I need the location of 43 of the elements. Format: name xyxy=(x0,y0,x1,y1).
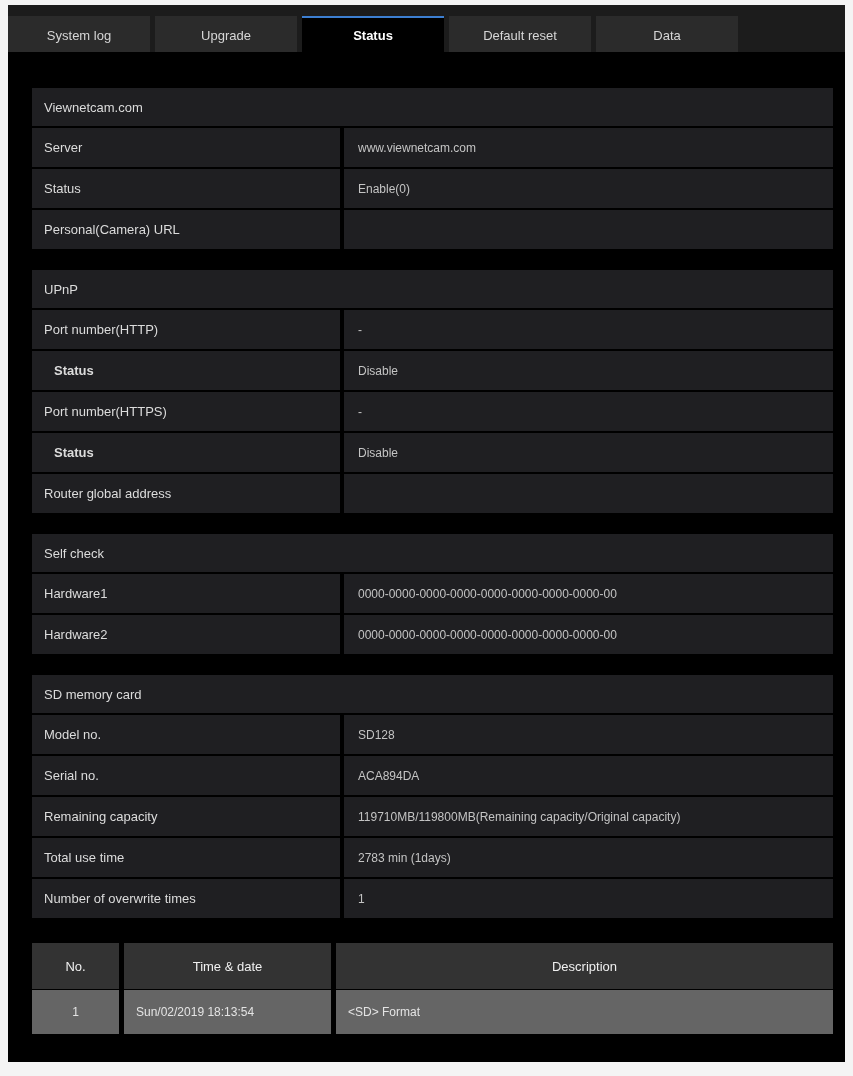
section-header: SD memory card xyxy=(32,675,833,713)
table-cell: 1 xyxy=(32,990,119,1034)
label-cell: Port number(HTTP) xyxy=(32,310,340,349)
value-cell: SD128 xyxy=(344,715,833,754)
label-cell: Status xyxy=(32,433,340,472)
column-header: No. xyxy=(32,943,119,989)
value-cell: 0000-0000-0000-0000-0000-0000-0000-0000-00 xyxy=(344,615,833,654)
label-cell: Port number(HTTPS) xyxy=(32,392,340,431)
column-header: Description xyxy=(336,943,833,989)
section-header: Self check xyxy=(32,534,833,572)
label-cell: Number of overwrite times xyxy=(32,879,340,918)
value-cell: 0000-0000-0000-0000-0000-0000-0000-0000-00 xyxy=(344,574,833,613)
section-header: UPnP xyxy=(32,270,833,308)
value-cell: 119710MB/119800MB(Remaining capacity/Original capacity) xyxy=(344,797,833,836)
value-cell: 1 xyxy=(344,879,833,918)
value-cell: ACA894DA xyxy=(344,756,833,795)
column-header: Time & date xyxy=(124,943,331,989)
value-cell: www.viewnetcam.com xyxy=(344,128,833,167)
value-cell: Disable xyxy=(344,351,833,390)
label-cell: Server xyxy=(32,128,340,167)
label-cell: Remaining capacity xyxy=(32,797,340,836)
table-cell: <SD> Format xyxy=(336,990,833,1034)
tab[interactable]: System log xyxy=(8,16,150,52)
table-cell: Sun/02/2019 18:13:54 xyxy=(124,990,331,1034)
label-cell: Personal(Camera) URL xyxy=(32,210,340,249)
value-cell: Enable(0) xyxy=(344,169,833,208)
label-cell: Serial no. xyxy=(32,756,340,795)
tab[interactable]: Default reset xyxy=(449,16,591,52)
value-cell: 2783 min (1days) xyxy=(344,838,833,877)
tab[interactable]: Status xyxy=(302,16,444,52)
value-cell: - xyxy=(344,310,833,349)
section-header: Viewnetcam.com xyxy=(32,88,833,126)
label-cell: Model no. xyxy=(32,715,340,754)
value-cell: - xyxy=(344,392,833,431)
tab[interactable]: Upgrade xyxy=(155,16,297,52)
label-cell: Router global address xyxy=(32,474,340,513)
tab[interactable]: Data xyxy=(596,16,738,52)
label-cell: Status xyxy=(32,351,340,390)
label-cell: Hardware2 xyxy=(32,615,340,654)
label-cell: Status xyxy=(32,169,340,208)
label-cell: Hardware1 xyxy=(32,574,340,613)
label-cell: Total use time xyxy=(32,838,340,877)
value-cell: Disable xyxy=(344,433,833,472)
